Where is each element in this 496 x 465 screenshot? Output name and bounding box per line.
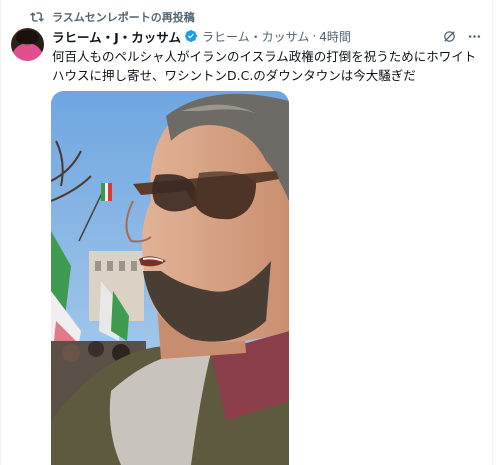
avatar[interactable] [11,28,44,61]
verified-badge-icon[interactable] [184,29,198,43]
repost-icon [30,10,44,24]
video-thumbnail[interactable] [51,91,289,465]
post-header: ラヒーム・J・カッサム ラヒーム・カッサム · 4時間 [52,27,482,45]
more-icon[interactable] [467,29,482,44]
timeline-border-right [492,0,493,465]
author-handle[interactable]: ラヒーム・カッサム [202,28,309,45]
meta-separator: · [312,29,317,43]
author-name[interactable]: ラヒーム・J・カッサム [52,27,181,46]
grok-icon[interactable] [442,29,457,44]
post-time[interactable]: 4時間 [319,28,351,45]
post-text: 何百人ものペルシャ人がイランのイスラム政権の打倒を祝うためにホワイトハウスに押し… [52,49,477,83]
repost-label: ラスムセンレポートの再投稿 [52,11,195,24]
repost-indicator[interactable]: ラスムセンレポートの再投稿 [30,9,195,25]
timeline-border-left [0,0,1,465]
